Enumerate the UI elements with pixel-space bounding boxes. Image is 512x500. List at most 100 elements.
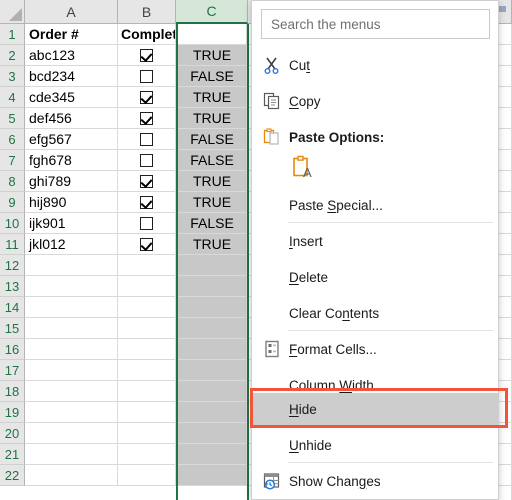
cell-b18[interactable] xyxy=(118,381,176,402)
cell-c17[interactable] xyxy=(178,360,247,381)
row-header-9[interactable]: 9 xyxy=(0,192,25,213)
cell-b8[interactable] xyxy=(118,171,176,192)
cell-c11[interactable]: TRUE xyxy=(178,234,247,255)
cell-a20[interactable] xyxy=(25,423,118,444)
cell-b4[interactable] xyxy=(118,87,176,108)
row-header-7[interactable]: 7 xyxy=(0,150,25,171)
cell-c2[interactable]: TRUE xyxy=(178,45,247,66)
cell-a6[interactable]: efg567 xyxy=(25,129,118,150)
cell-b6[interactable] xyxy=(118,129,176,150)
cell-a12[interactable] xyxy=(25,255,118,276)
cell-c15[interactable] xyxy=(178,318,247,339)
cell-a3[interactable]: bcd234 xyxy=(25,66,118,87)
row-header-2[interactable]: 2 xyxy=(0,45,25,66)
column-header-c[interactable]: C xyxy=(176,0,248,24)
row-header-20[interactable]: 20 xyxy=(0,423,25,444)
row-header-22[interactable]: 22 xyxy=(0,465,25,486)
row-header-11[interactable]: 11 xyxy=(0,234,25,255)
cell-a17[interactable] xyxy=(25,360,118,381)
checkbox-unchecked[interactable] xyxy=(140,153,153,167)
menu-item-copy[interactable]: Copy xyxy=(253,83,499,119)
cell-a18[interactable] xyxy=(25,381,118,402)
menu-item-show-changes[interactable]: Show Changes xyxy=(253,463,499,499)
cell-c8[interactable]: TRUE xyxy=(178,171,247,192)
checkbox-checked[interactable] xyxy=(140,48,153,62)
row-header-19[interactable]: 19 xyxy=(0,402,25,423)
checkbox-checked[interactable] xyxy=(140,111,153,125)
row-header-18[interactable]: 18 xyxy=(0,381,25,402)
context-menu[interactable]: Search the menus Cut Copy Paste Options:… xyxy=(251,0,499,500)
cell-c13[interactable] xyxy=(178,276,247,297)
search-input[interactable]: Search the menus xyxy=(261,9,490,39)
cell-a11[interactable]: jkl012 xyxy=(25,234,118,255)
cell-b13[interactable] xyxy=(118,276,176,297)
cell-a4[interactable]: cde345 xyxy=(25,87,118,108)
cell-c1-active[interactable] xyxy=(178,24,247,45)
row-header-5[interactable]: 5 xyxy=(0,108,25,129)
row-header-8[interactable]: 8 xyxy=(0,171,25,192)
cell-b7[interactable] xyxy=(118,150,176,171)
cell-a13[interactable] xyxy=(25,276,118,297)
checkbox-unchecked[interactable] xyxy=(140,216,153,230)
row-header-12[interactable]: 12 xyxy=(0,255,25,276)
cell-a9[interactable]: hij890 xyxy=(25,192,118,213)
cell-b5[interactable] xyxy=(118,108,176,129)
cell-b20[interactable] xyxy=(118,423,176,444)
cell-b3[interactable] xyxy=(118,66,176,87)
checkbox-unchecked[interactable] xyxy=(140,69,153,83)
row-header-15[interactable]: 15 xyxy=(0,318,25,339)
cell-a10[interactable]: ijk901 xyxy=(25,213,118,234)
menu-item-cut[interactable]: Cut xyxy=(253,47,499,83)
cell-b19[interactable] xyxy=(118,402,176,423)
row-header-13[interactable]: 13 xyxy=(0,276,25,297)
cell-b10[interactable] xyxy=(118,213,176,234)
row-header-16[interactable]: 16 xyxy=(0,339,25,360)
row-header-4[interactable]: 4 xyxy=(0,87,25,108)
cell-a8[interactable]: ghi789 xyxy=(25,171,118,192)
cell-c20[interactable] xyxy=(178,423,247,444)
cell-a19[interactable] xyxy=(25,402,118,423)
row-header-1[interactable]: 1 xyxy=(0,24,25,45)
cell-c6[interactable]: FALSE xyxy=(178,129,247,150)
paste-values-text-icon[interactable]: A xyxy=(289,153,319,183)
row-header-6[interactable]: 6 xyxy=(0,129,25,150)
column-header-a[interactable]: A xyxy=(25,0,118,24)
cell-b14[interactable] xyxy=(118,297,176,318)
cell-a5[interactable]: def456 xyxy=(25,108,118,129)
row-header-14[interactable]: 14 xyxy=(0,297,25,318)
checkbox-checked[interactable] xyxy=(140,195,153,209)
cell-b15[interactable] xyxy=(118,318,176,339)
cell-a14[interactable] xyxy=(25,297,118,318)
cell-b2[interactable] xyxy=(118,45,176,66)
select-all-corner[interactable] xyxy=(0,0,25,24)
cell-a1-header[interactable]: Order # xyxy=(25,24,118,45)
cell-c19[interactable] xyxy=(178,402,247,423)
cell-b17[interactable] xyxy=(118,360,176,381)
cell-c7[interactable]: FALSE xyxy=(178,150,247,171)
checkbox-checked[interactable] xyxy=(140,90,153,104)
menu-item-format-cells[interactable]: Format Cells... xyxy=(253,331,499,367)
menu-item-insert[interactable]: Insert xyxy=(253,223,499,259)
cell-c22[interactable] xyxy=(178,465,247,486)
row-header-3[interactable]: 3 xyxy=(0,66,25,87)
cell-a21[interactable] xyxy=(25,444,118,465)
cell-a2[interactable]: abc123 xyxy=(25,45,118,66)
cell-a22[interactable] xyxy=(25,465,118,486)
cell-b11[interactable] xyxy=(118,234,176,255)
cell-c14[interactable] xyxy=(178,297,247,318)
cell-a7[interactable]: fgh678 xyxy=(25,150,118,171)
cell-c10[interactable]: FALSE xyxy=(178,213,247,234)
checkbox-checked[interactable] xyxy=(140,237,153,251)
cell-c16[interactable] xyxy=(178,339,247,360)
cell-b22[interactable] xyxy=(118,465,176,486)
menu-item-delete[interactable]: Delete xyxy=(253,259,499,295)
cell-b1-header[interactable]: Complete xyxy=(118,24,176,45)
cell-c5[interactable]: TRUE xyxy=(178,108,247,129)
cell-c3[interactable]: FALSE xyxy=(178,66,247,87)
cell-c12[interactable] xyxy=(178,255,247,276)
cell-c9[interactable]: TRUE xyxy=(178,192,247,213)
menu-item-paste-special[interactable]: Paste Special... xyxy=(253,187,499,223)
row-header-10[interactable]: 10 xyxy=(0,213,25,234)
menu-item-hide[interactable]: Hide xyxy=(253,393,499,425)
cell-a15[interactable] xyxy=(25,318,118,339)
